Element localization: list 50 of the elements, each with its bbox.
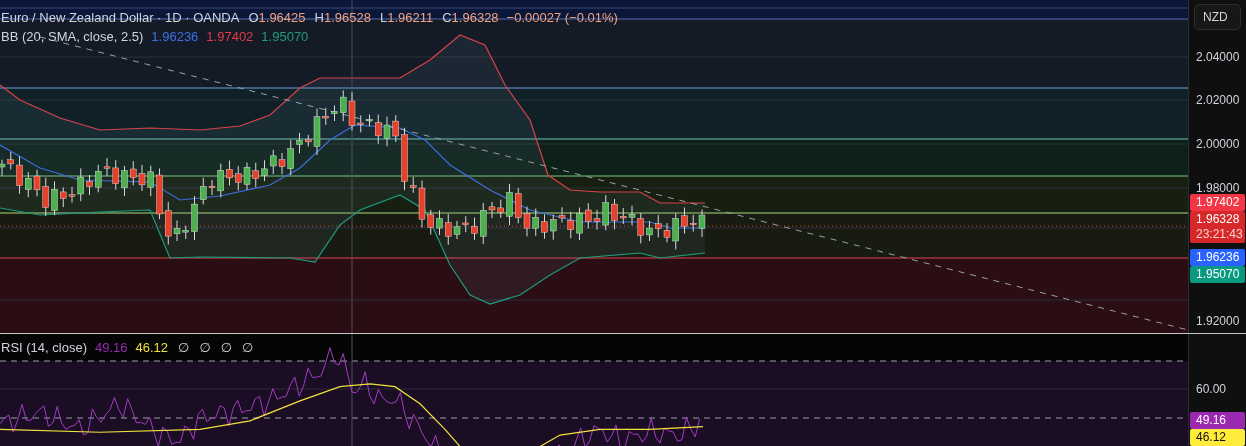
change-value: −0.00027 (−0.01%) — [506, 9, 618, 25]
candlestick — [611, 198, 618, 230]
price-badge: 1.95070 — [1190, 266, 1245, 283]
candlestick — [506, 183, 513, 226]
price-tick: 1.98000 — [1196, 180, 1240, 196]
empty-value: ∅ — [178, 339, 190, 355]
ohlc-value: C1.96328 — [442, 9, 499, 25]
indicator-value: 1.97402 — [206, 28, 254, 44]
candlestick — [576, 207, 583, 241]
price-tick: 1.92000 — [1196, 313, 1240, 329]
ohlc-value: H1.96528 — [314, 9, 371, 25]
candlestick — [646, 220, 653, 242]
candlestick — [121, 165, 128, 197]
price-tick: 2.02000 — [1196, 92, 1240, 108]
price-badge: 1.96328 23:21:43 — [1190, 211, 1245, 243]
candlestick — [681, 207, 688, 235]
price-tick: 2.00000 — [1196, 136, 1240, 152]
candlestick — [471, 217, 478, 241]
empty-value: ∅ — [220, 339, 233, 355]
price-badge: 46.12 — [1190, 429, 1245, 446]
ohlc-value: O1.96425 — [248, 9, 306, 25]
price-badge: 49.16 — [1190, 412, 1245, 429]
candlestick — [331, 104, 338, 122]
rsi-tick: 60.00 — [1196, 381, 1227, 397]
candlestick — [261, 159, 268, 182]
candlestick — [401, 127, 408, 191]
price-badge: 1.97402 — [1190, 194, 1245, 211]
currency-button[interactable]: NZD — [1194, 4, 1241, 30]
price-tick: 2.04000 — [1196, 49, 1240, 65]
price-badge: 1.96236 — [1190, 249, 1245, 266]
candlestick — [436, 209, 443, 236]
candlestick — [51, 180, 58, 216]
indicator-name: RSI (14, close) — [1, 339, 87, 355]
candlestick — [541, 213, 548, 240]
candlestick — [86, 174, 93, 196]
empty-value: ∅ — [242, 339, 254, 355]
ohlc-value: L1.96211 — [379, 9, 434, 25]
indicator-value: 1.96236 — [151, 28, 199, 44]
indicator-value: 1.95070 — [261, 28, 309, 44]
empty-value: ∅ — [199, 339, 211, 355]
candlestick — [366, 113, 373, 127]
candlestick — [296, 132, 303, 154]
symbol-title: Euro / New Zealand Dollar · 1D · OANDA — [1, 9, 240, 25]
indicator-value: 49.16 — [95, 339, 128, 355]
indicator-value: 46.12 — [135, 339, 169, 355]
candlestick — [16, 155, 23, 195]
candlestick — [156, 168, 163, 220]
candlestick — [226, 160, 233, 186]
indicator-name: BB (20, SMA, close, 2.5) — [1, 28, 144, 44]
candlestick — [191, 195, 198, 241]
